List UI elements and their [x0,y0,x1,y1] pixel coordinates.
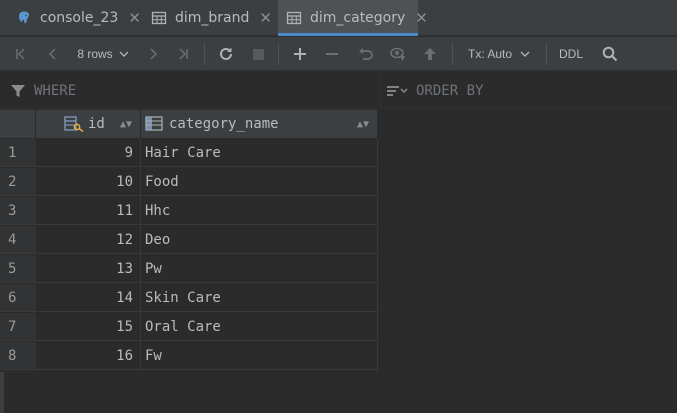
close-icon[interactable]: ✕ [259,9,272,27]
table-icon [286,10,302,26]
toolbar-separator [204,43,205,65]
refresh-icon[interactable] [214,37,238,71]
row-number-header [0,110,36,138]
first-page-icon[interactable] [10,37,32,71]
filter-bar: WHERE ORDER BY [0,72,677,109]
search-icon[interactable] [598,37,622,71]
cell-id[interactable]: 9 [36,139,141,167]
revert-icon[interactable] [354,37,378,71]
cell-category-name[interactable]: Hair Care [141,139,378,167]
row-number[interactable]: 7 [0,313,36,341]
previous-page-icon[interactable] [42,37,64,71]
left-edge-strip [0,372,4,413]
column-header-category-name[interactable]: category_name ▲▼ [141,110,378,138]
column-header-id[interactable]: id ▲▼ [36,110,141,138]
row-number[interactable]: 8 [0,342,36,370]
row-number[interactable]: 1 [0,139,36,167]
cell-category-name[interactable]: Deo [141,226,378,254]
preview-changes-icon[interactable] [386,37,410,71]
row-number[interactable]: 6 [0,284,36,312]
data-editor-toolbar: 8 rows Tx: Auto DDL [0,37,677,71]
stop-icon[interactable] [246,37,270,71]
row-number[interactable]: 2 [0,168,36,196]
toolbar-separator [546,43,547,65]
cell-category-name[interactable]: Hhc [141,197,378,225]
cell-category-name[interactable]: Pw [141,255,378,283]
column-header-label: category_name [169,116,279,132]
close-icon[interactable]: ✕ [415,9,428,27]
order-by-input[interactable]: ORDER BY [386,82,483,100]
sort-toggle-icon[interactable]: ▲▼ [357,119,369,130]
postgresql-elephant-icon [16,10,32,26]
ddl-button[interactable]: DDL [554,37,588,71]
transaction-mode-label: Tx: Auto [467,47,513,61]
rows-count-label: 8 rows [77,47,113,61]
cell-id[interactable]: 10 [36,168,141,196]
toolbar-separator [278,43,279,65]
transaction-mode-dropdown[interactable]: Tx: Auto [462,37,536,71]
row-number[interactable]: 4 [0,226,36,254]
tab-label: console_23 [40,10,119,26]
chevron-down-icon [520,51,530,57]
primary-key-column-icon [64,115,84,133]
column-icon [145,115,165,133]
cell-id[interactable]: 12 [36,226,141,254]
cell-category-name[interactable]: Food [141,168,378,196]
delete-row-icon[interactable] [320,37,344,71]
cell-id[interactable]: 11 [36,197,141,225]
cell-id[interactable]: 13 [36,255,141,283]
toolbar-separator [452,43,453,65]
sort-toggle-icon[interactable]: ▲▼ [120,119,132,130]
tab-dim-category[interactable]: dim_category ✕ [278,0,428,36]
where-filter-input[interactable]: WHERE [10,82,76,100]
tab-label: dim_brand [175,10,250,26]
tab-label: dim_category [310,10,406,26]
tab-console-23[interactable]: console_23 ✕ [0,0,142,36]
filter-divider [380,72,381,109]
page-size-dropdown[interactable]: 8 rows [70,37,136,71]
table-icon [151,10,167,26]
cell-category-name[interactable]: Oral Care [141,313,378,341]
submit-icon[interactable] [418,37,442,71]
cell-id[interactable]: 15 [36,313,141,341]
tab-dim-brand[interactable]: dim_brand ✕ [142,0,278,36]
editor-tab-bar: console_23 ✕ dim_brand ✕ dim_category ✕ [0,0,677,36]
cell-id[interactable]: 14 [36,284,141,312]
filter-icon [10,83,26,99]
cell-id[interactable]: 16 [36,342,141,370]
sort-lines-icon [386,84,408,98]
cell-category-name[interactable]: Skin Care [141,284,378,312]
cell-category-name[interactable]: Fw [141,342,378,370]
last-page-icon[interactable] [172,37,194,71]
ddl-label: DDL [558,47,583,61]
close-icon[interactable]: ✕ [128,9,141,27]
where-placeholder: WHERE [34,83,77,99]
order-by-placeholder: ORDER BY [416,83,484,99]
row-number[interactable]: 3 [0,197,36,225]
column-header-label: id [88,116,105,132]
row-number[interactable]: 5 [0,255,36,283]
add-row-icon[interactable] [288,37,312,71]
next-page-icon[interactable] [142,37,164,71]
chevron-down-icon [119,51,129,57]
